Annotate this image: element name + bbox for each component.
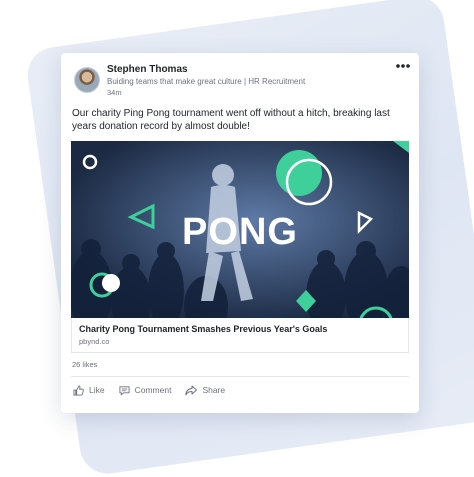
like-button[interactable]: Like — [73, 384, 105, 396]
post-card: Stephen Thomas Buiding teams that make g… — [61, 53, 419, 413]
post-image[interactable]: PONG — [71, 141, 409, 318]
thumbs-up-icon — [73, 384, 84, 396]
author-headline: Buiding teams that make great culture | … — [107, 77, 306, 86]
more-horizontal-icon[interactable] — [395, 59, 411, 75]
action-bar: Like Comment Share — [73, 382, 225, 398]
post-time: 34m — [107, 88, 122, 97]
comment-button[interactable]: Comment — [119, 385, 172, 396]
post-text: Our charity Ping Pong tournament went of… — [72, 108, 390, 132]
comment-label: Comment — [134, 385, 172, 395]
share-icon — [185, 385, 198, 396]
likes-count[interactable]: 26 likes — [72, 360, 97, 369]
link-preview[interactable]: Charity Pong Tournament Smashes Previous… — [71, 318, 409, 353]
image-overlay-text: PONG — [182, 211, 298, 253]
like-label: Like — [89, 385, 105, 395]
link-domain: pbynd.co — [79, 337, 110, 346]
share-label: Share — [202, 385, 226, 395]
author-name[interactable]: Stephen Thomas — [107, 64, 188, 75]
divider — [71, 376, 409, 377]
avatar[interactable] — [74, 67, 100, 93]
share-button[interactable]: Share — [185, 385, 225, 396]
comment-icon — [119, 385, 130, 396]
link-title[interactable]: Charity Pong Tournament Smashes Previous… — [79, 324, 327, 334]
